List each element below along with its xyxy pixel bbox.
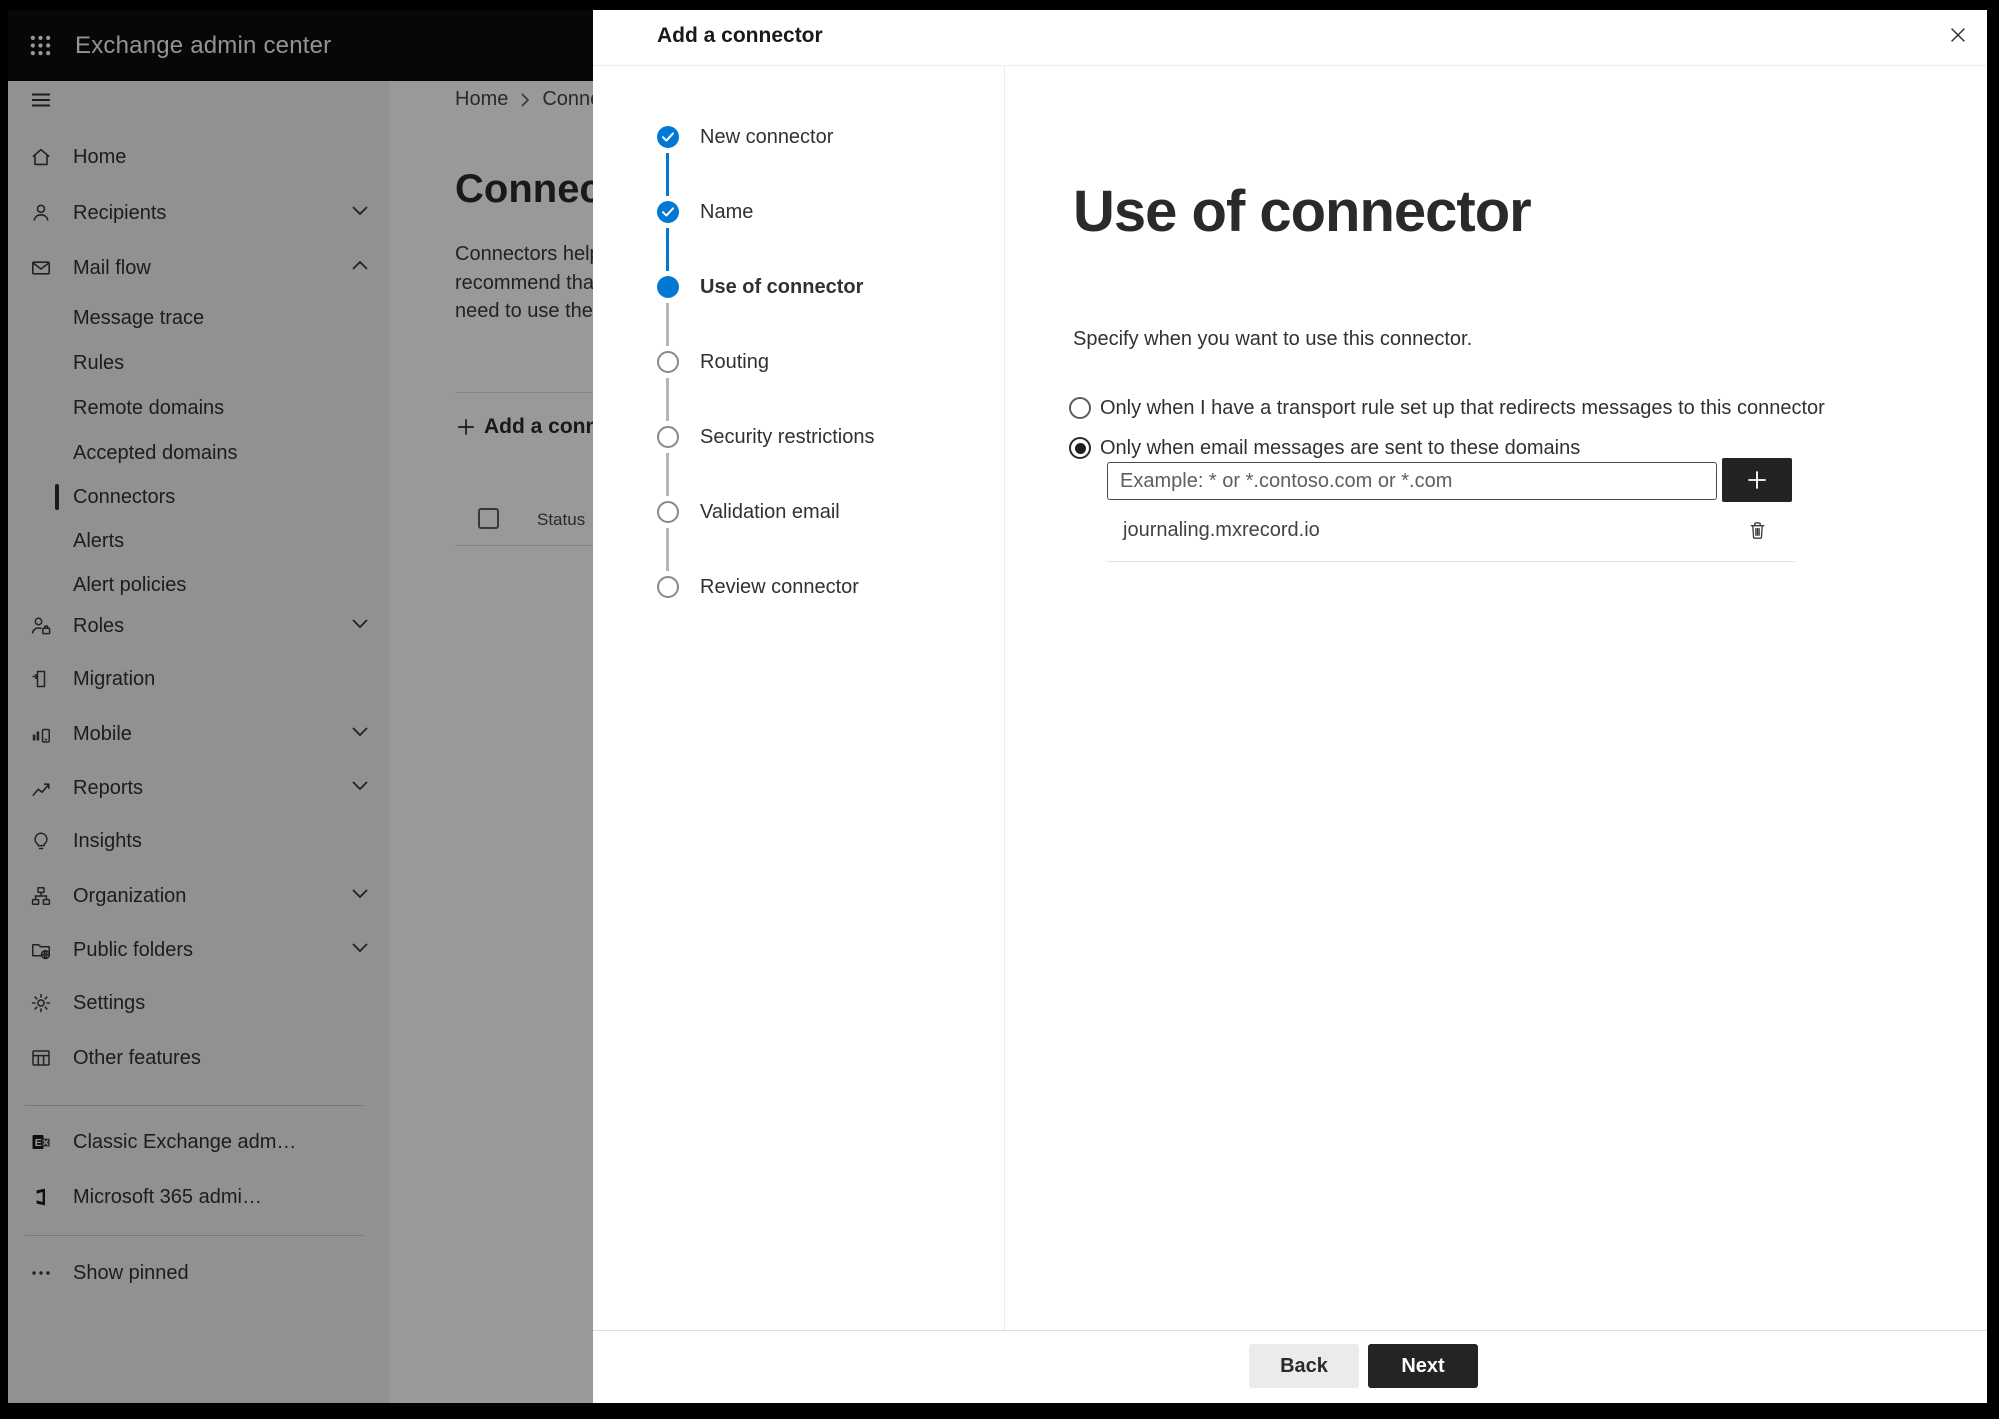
close-icon: [1947, 24, 1969, 46]
step-connector-line: [666, 303, 669, 346]
delete-domain-button[interactable]: [1739, 514, 1775, 546]
add-domain-button[interactable]: [1722, 458, 1792, 502]
step-label: Routing: [700, 351, 769, 373]
step-security-restrictions: Security restrictions: [593, 422, 1004, 452]
step-current-icon: [657, 276, 679, 298]
radio-label: Only when I have a transport rule set up…: [1100, 396, 1825, 419]
plus-icon: [1744, 467, 1770, 493]
radio-selected-icon[interactable]: [1069, 437, 1091, 459]
step-new-connector: New connector: [593, 122, 1004, 152]
radio-dot: [1074, 442, 1086, 454]
step-routing: Routing: [593, 347, 1004, 377]
step-label: Name: [700, 201, 754, 223]
step-connector-line: [666, 228, 669, 271]
back-button[interactable]: Back: [1249, 1344, 1359, 1388]
domain-list-item: journaling.mxrecord.io: [1123, 519, 1320, 541]
add-connector-dialog: Add a connector New connector Name Use o…: [593, 10, 1987, 1403]
close-button[interactable]: [1940, 17, 1976, 53]
step-label: Review connector: [700, 576, 859, 598]
app-window: Exchange admin center Home Recipients Ma…: [8, 10, 1987, 1403]
domain-input[interactable]: [1107, 462, 1717, 500]
radio-option-transport-rule[interactable]: Only when I have a transport rule set up…: [1069, 396, 1825, 420]
step-label: Use of connector: [700, 276, 864, 298]
step-label: New connector: [700, 126, 834, 148]
step-connector-line: [666, 453, 669, 496]
step-label: Security restrictions: [700, 426, 875, 448]
domain-row-divider: [1107, 561, 1795, 562]
dialog-description: Specify when you want to use this connec…: [1073, 328, 1473, 350]
step-upcoming-icon: [657, 426, 679, 448]
step-review-connector: Review connector: [593, 572, 1004, 602]
step-completed-icon: [657, 126, 679, 148]
step-label: Validation email: [700, 501, 840, 523]
step-connector-line: [666, 378, 669, 421]
next-button[interactable]: Next: [1368, 1344, 1478, 1388]
radio-label: Only when email messages are sent to the…: [1100, 436, 1581, 459]
step-upcoming-icon: [657, 351, 679, 373]
dialog-title: Add a connector: [657, 24, 823, 47]
radio-unselected-icon[interactable]: [1069, 397, 1091, 419]
dialog-footer-divider: [593, 1330, 1987, 1331]
step-use-of-connector: Use of connector: [593, 272, 1004, 302]
stepper-divider: [1004, 66, 1005, 1330]
step-name: Name: [593, 197, 1004, 227]
step-validation-email: Validation email: [593, 497, 1004, 527]
step-upcoming-icon: [657, 576, 679, 598]
step-connector-line: [666, 528, 669, 571]
radio-option-sent-to-domains[interactable]: Only when email messages are sent to the…: [1069, 436, 1580, 460]
step-connector-line: [666, 153, 669, 196]
dialog-heading: Use of connector: [1073, 179, 1532, 244]
step-upcoming-icon: [657, 501, 679, 523]
trash-icon: [1746, 519, 1769, 542]
dialog-header-divider: [593, 65, 1987, 66]
step-completed-icon: [657, 201, 679, 223]
